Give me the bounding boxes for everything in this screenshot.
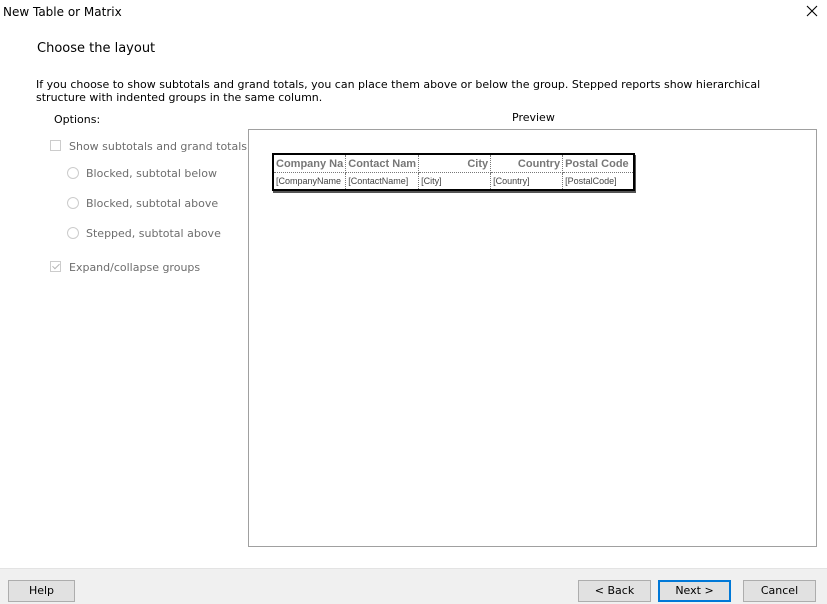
expand-collapse-label: Expand/collapse groups: [69, 261, 201, 274]
back-button[interactable]: < Back: [578, 580, 651, 602]
page-description: If you choose to show subtotals and gran…: [36, 78, 761, 104]
next-button[interactable]: Next >: [658, 580, 731, 602]
preview-data-cell: [PostalCode]: [562, 172, 635, 191]
preview-header-cell: Postal Code: [562, 154, 635, 173]
blocked-below-label: Blocked, subtotal below: [86, 167, 217, 180]
preview-data-cell: [CompanyName: [273, 172, 347, 191]
window-title: New Table or Matrix: [3, 5, 122, 19]
page-heading: Choose the layout: [37, 41, 156, 56]
show-totals-checkbox[interactable]: [50, 140, 61, 151]
preview-header-row: Company Na Contact Nam City Country Post…: [273, 154, 635, 173]
options-label: Options:: [54, 113, 101, 126]
preview-panel: [248, 129, 817, 547]
preview-data-cell: [Country]: [490, 172, 564, 191]
preview-header-cell: Country: [490, 154, 564, 173]
preview-header-cell: Company Na: [273, 154, 347, 173]
blocked-above-radio[interactable]: [67, 197, 79, 209]
preview-header-cell: City: [418, 154, 492, 173]
stepped-above-radio[interactable]: [67, 227, 79, 239]
close-button[interactable]: [803, 1, 821, 21]
blocked-below-radio[interactable]: [67, 167, 79, 179]
preview-table: Company Na Contact Nam City Country Post…: [272, 153, 636, 191]
expand-collapse-checkbox[interactable]: [50, 261, 61, 272]
close-icon: [806, 5, 818, 17]
cancel-button[interactable]: Cancel: [743, 580, 816, 602]
stepped-above-label: Stepped, subtotal above: [86, 227, 221, 240]
preview-data-row: [CompanyName [ContactName] [City] [Count…: [273, 172, 635, 191]
show-totals-label: Show subtotals and grand totals: [69, 140, 248, 153]
blocked-above-label: Blocked, subtotal above: [86, 197, 219, 210]
preview-header-cell: Contact Nam: [345, 154, 420, 173]
help-button[interactable]: Help: [8, 580, 75, 602]
preview-label: Preview: [512, 111, 555, 124]
preview-data-cell: [ContactName]: [345, 172, 420, 191]
preview-data-cell: [City]: [418, 172, 492, 191]
